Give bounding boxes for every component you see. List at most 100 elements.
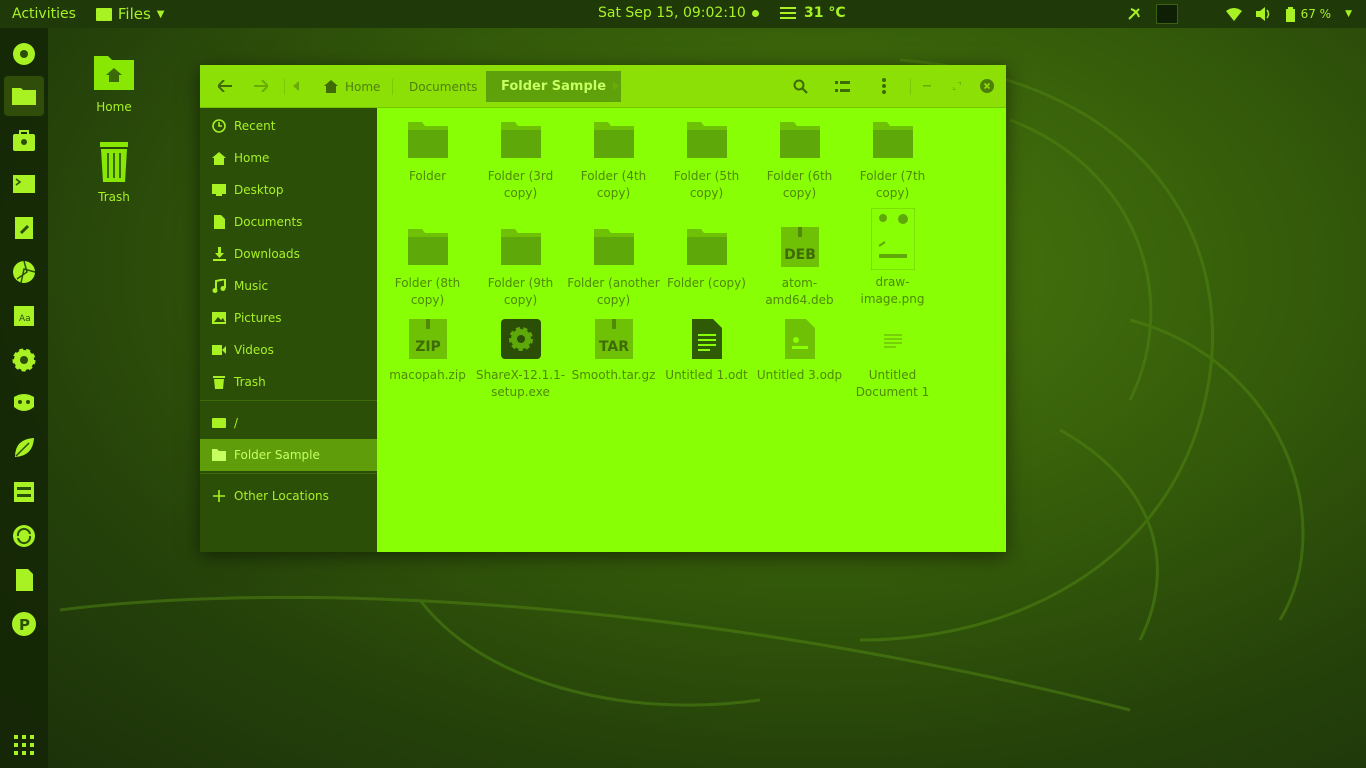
file-name: Untitled 1.odt <box>665 368 748 382</box>
desktop-icon-label: Trash <box>98 190 130 204</box>
file-name: Folder (5th copy) <box>673 169 740 200</box>
presentation-icon <box>778 319 822 363</box>
breadcrumb-folder-sample[interactable]: Folder Sample <box>486 71 622 102</box>
svg-text:P: P <box>19 616 30 634</box>
forward-arrow-icon[interactable] <box>249 74 273 98</box>
back-arrow-icon[interactable] <box>213 74 237 98</box>
sidebar-divider <box>200 473 377 474</box>
folder-icon <box>592 227 636 271</box>
file-item-folder[interactable]: Folder <box>381 120 474 185</box>
font-viewer-icon[interactable]: Aa <box>4 296 44 336</box>
breadcrumb-home[interactable]: Home <box>324 71 380 102</box>
file-item-folder[interactable]: Folder (3rd copy) <box>474 120 567 202</box>
p-app-icon[interactable]: P <box>4 604 44 644</box>
path-scroll-right-icon[interactable] <box>608 74 624 98</box>
volume-icon[interactable] <box>1255 7 1272 21</box>
sidebar-item-home[interactable]: Home <box>200 142 377 174</box>
sidebar-item-downloads[interactable]: Downloads <box>200 238 377 270</box>
sidebar-item-label: Home <box>234 151 270 165</box>
terminal-icon[interactable] <box>4 164 44 204</box>
clock[interactable]: Sat Sep 15, 09:02:10 <box>598 5 759 21</box>
file-item-text[interactable]: Untitled Document 1 <box>846 319 939 401</box>
file-name: Folder (4th copy) <box>580 169 647 200</box>
sidebar-item-trash[interactable]: Trash <box>200 366 377 398</box>
file-item-deb[interactable]: DEB atom-amd64.deb <box>753 227 846 309</box>
file-item-folder[interactable]: Folder (6th copy) <box>753 120 846 202</box>
video-icon <box>211 342 227 358</box>
desktop-icon-home[interactable]: Home <box>74 50 154 114</box>
file-item-folder[interactable]: Folder (9th copy) <box>474 227 567 309</box>
trash-icon <box>211 374 227 390</box>
download-icon <box>211 246 227 262</box>
sidebar-item-label: Recent <box>234 119 276 133</box>
breadcrumb-label: Home <box>345 79 381 94</box>
screen-thumbnail[interactable] <box>1155 4 1178 24</box>
sidebar-item-videos[interactable]: Videos <box>200 334 377 366</box>
deb-package-icon: DEB <box>778 227 822 271</box>
folder-icon <box>406 120 450 164</box>
system-menu-chevron-icon[interactable]: ▼ <box>1345 9 1352 19</box>
file-item-folder[interactable]: Folder (8th copy) <box>381 227 474 309</box>
path-scroll-left-icon[interactable] <box>288 74 304 98</box>
archive-badge: DEB <box>784 247 816 263</box>
folder-icon <box>871 120 915 164</box>
file-item-folder[interactable]: Folder (copy) <box>660 227 753 292</box>
file-name: Folder (copy) <box>667 276 746 290</box>
sidebar-item-pictures[interactable]: Pictures <box>200 302 377 334</box>
editor-icon[interactable] <box>4 208 44 248</box>
close-icon[interactable] <box>975 74 999 98</box>
file-item-zip[interactable]: ZIP macopah.zip <box>381 319 474 384</box>
disk-icon[interactable] <box>4 34 44 74</box>
sidebar-item-root[interactable]: / <box>200 407 377 439</box>
folder-icon <box>499 120 543 164</box>
file-name: Untitled 3.odp <box>756 368 843 382</box>
file-item-odt[interactable]: Untitled 1.odt <box>660 319 753 384</box>
document-icon[interactable] <box>4 560 44 600</box>
settings-icon[interactable] <box>4 340 44 380</box>
file-item-folder[interactable]: Folder (7th copy) <box>846 120 939 202</box>
files-app-icon <box>95 7 112 21</box>
night-light-icon[interactable] <box>1126 6 1142 22</box>
file-item-odp[interactable]: Untitled 3.odp <box>753 319 846 384</box>
sidebar-item-documents[interactable]: Documents <box>200 206 377 238</box>
file-item-exe[interactable]: ShareX-12.1.1-setup.exe <box>474 319 567 401</box>
desktop-icon <box>211 182 227 198</box>
storage-icon[interactable] <box>4 472 44 512</box>
dock: Aa P <box>0 28 48 768</box>
sidebar-item-desktop[interactable]: Desktop <box>200 174 377 206</box>
minimize-icon[interactable] <box>915 74 939 98</box>
sidebar-item-music[interactable]: Music <box>200 270 377 302</box>
gimp-icon[interactable] <box>4 384 44 424</box>
sidebar-divider <box>200 400 377 401</box>
file-item-png[interactable]: draw-image.png <box>846 207 939 308</box>
app-menu-label: Files <box>117 5 151 23</box>
file-item-folder[interactable]: Folder (4th copy) <box>567 120 660 202</box>
menu-kebab-icon[interactable] <box>872 74 896 98</box>
file-item-folder[interactable]: Folder (another copy) <box>567 227 660 309</box>
text-document-icon <box>685 319 729 363</box>
sidebar-item-folder-sample[interactable]: Folder Sample <box>200 439 377 471</box>
show-apps-grid-icon[interactable] <box>14 735 34 755</box>
view-list-icon[interactable] <box>830 74 854 98</box>
sync-icon[interactable] <box>4 516 44 556</box>
breadcrumb-documents[interactable]: Documents <box>409 71 477 102</box>
activities-button[interactable]: Activities <box>12 6 76 22</box>
aperture-icon[interactable] <box>4 252 44 292</box>
files-icon[interactable] <box>4 76 44 116</box>
maximize-icon[interactable] <box>945 74 969 98</box>
folder-icon <box>499 227 543 271</box>
app-menu[interactable]: Files ▼ <box>95 5 165 23</box>
sidebar-item-other-locations[interactable]: Other Locations <box>200 480 377 512</box>
battery-indicator[interactable]: 67 % <box>1285 6 1331 22</box>
breadcrumb-label: Documents <box>409 79 478 94</box>
file-item-folder[interactable]: Folder (5th copy) <box>660 120 753 202</box>
archive-badge: TAR <box>598 339 628 355</box>
wifi-icon[interactable] <box>1225 7 1242 21</box>
leaf-icon[interactable] <box>4 428 44 468</box>
desktop-icon-trash[interactable]: Trash <box>74 140 154 204</box>
weather-indicator[interactable]: 31 °C <box>780 5 846 21</box>
sidebar-item-recent[interactable]: Recent <box>200 110 377 142</box>
file-item-tar[interactable]: TAR Smooth.tar.gz <box>567 319 660 384</box>
search-icon[interactable] <box>788 74 812 98</box>
store-icon[interactable] <box>4 120 44 160</box>
